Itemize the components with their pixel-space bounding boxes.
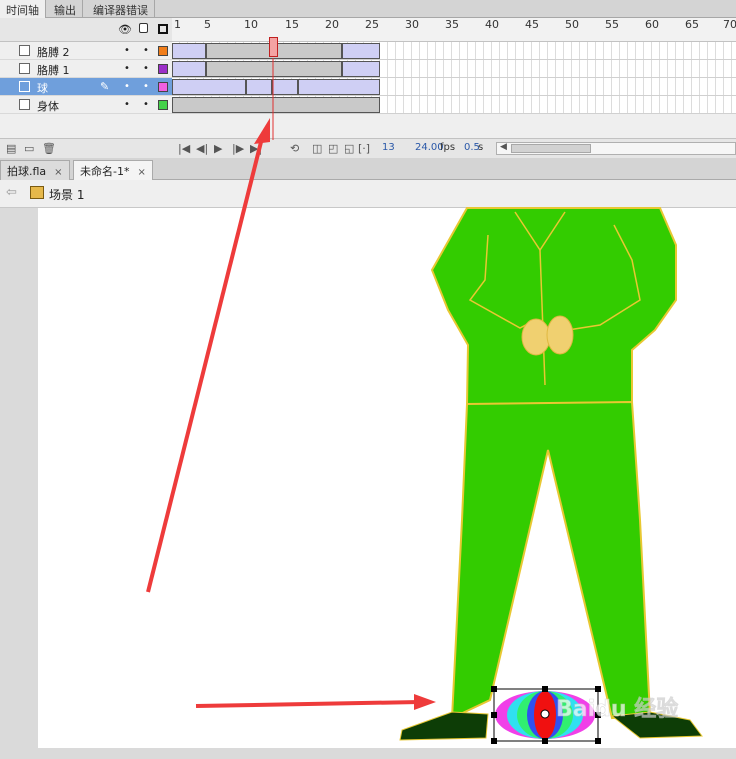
arrow-to-ball xyxy=(195,700,421,708)
arrowhead xyxy=(254,118,270,144)
watermark: Baidu 经验 xyxy=(556,696,679,723)
selection-handle xyxy=(595,738,601,744)
watermark-text: Baidu 经验 xyxy=(556,696,678,722)
selection-handle xyxy=(491,712,497,718)
shoe-left xyxy=(399,711,489,741)
pants xyxy=(450,400,652,720)
selection-handle xyxy=(542,686,548,692)
arrow-to-playhead xyxy=(146,137,264,593)
selection-handle xyxy=(595,686,601,692)
character-figure[interactable] xyxy=(399,207,703,741)
transform-center xyxy=(540,709,550,719)
selection-handle xyxy=(491,738,497,744)
stage-artwork: Baidu 经验 xyxy=(146,58,703,744)
arrowhead xyxy=(414,694,436,710)
selection-handle xyxy=(491,686,497,692)
selection-handle xyxy=(542,738,548,744)
hand-right xyxy=(546,315,574,355)
jacket xyxy=(430,207,677,405)
hand-left xyxy=(521,318,551,356)
annotation-arrows xyxy=(146,118,436,710)
